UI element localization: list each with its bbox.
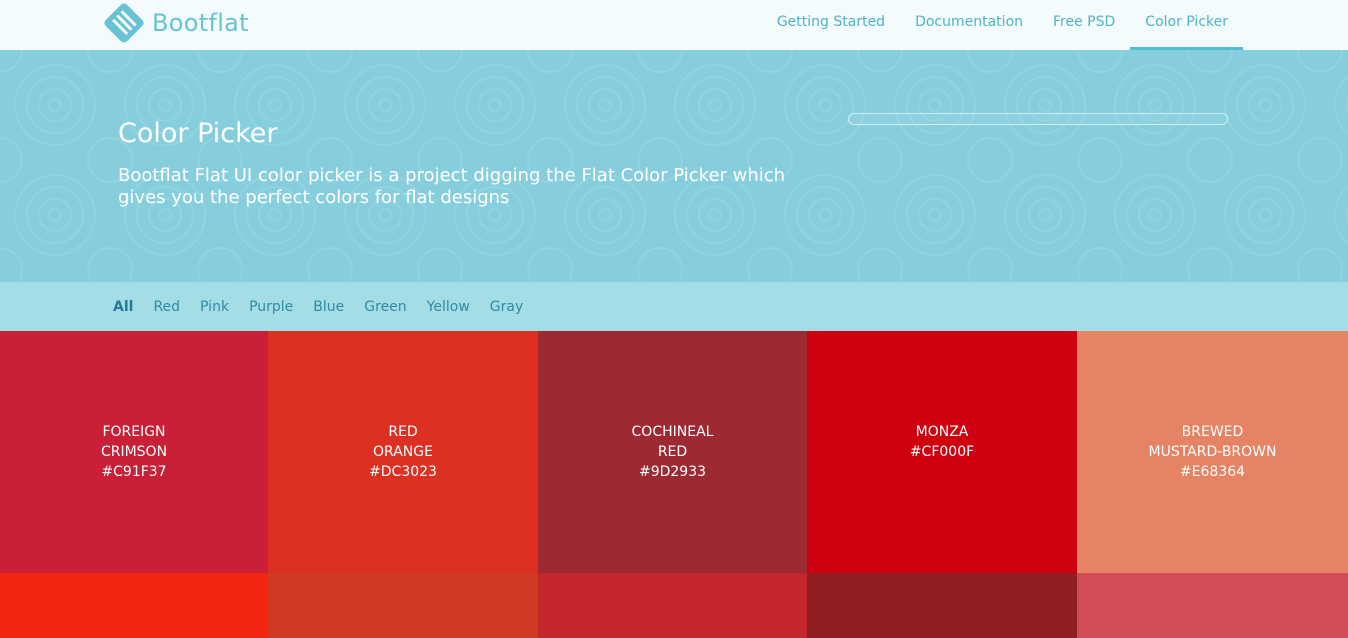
swatch-name: COCHINEAL	[631, 424, 714, 440]
nav-getting-started[interactable]: Getting Started	[762, 0, 900, 50]
swatch-hex: #9D2933	[638, 464, 707, 480]
brand-link[interactable]: Bootflat	[102, 2, 249, 44]
swatch-name: RED	[657, 444, 688, 460]
bootflat-logo-icon	[104, 3, 144, 43]
swatch-name: MUSTARD-BROWN	[1148, 444, 1277, 460]
brand-name: Bootflat	[152, 9, 249, 37]
filter-purple[interactable]: Purple	[249, 299, 293, 315]
swatch-name: ORANGE	[373, 444, 433, 460]
top-navbar: Bootflat Getting Started Documentation F…	[0, 0, 1348, 50]
filter-all[interactable]: All	[113, 299, 133, 315]
swatch-name: MONZA	[915, 424, 969, 440]
color-swatch[interactable]	[0, 573, 268, 638]
filter-gray[interactable]: Gray	[490, 299, 523, 315]
page-description: Bootflat Flat UI color picker is a proje…	[118, 165, 786, 208]
filter-green[interactable]: Green	[364, 299, 406, 315]
filter-red[interactable]: Red	[153, 299, 180, 315]
swatch-hex: #DC3023	[369, 464, 437, 480]
swatch-label: RED ORANGE #DC3023	[369, 422, 437, 482]
main-nav: Getting Started Documentation Free PSD C…	[762, 0, 1243, 50]
color-swatch-red-orange[interactable]: RED ORANGE #DC3023	[268, 331, 538, 573]
color-swatch-monza[interactable]: MONZA #CF000F	[807, 331, 1077, 573]
color-swatch-cochineal-red[interactable]: COCHINEAL RED #9D2933	[538, 331, 807, 573]
filter-pink[interactable]: Pink	[200, 299, 229, 315]
swatch-hex: #C91F37	[101, 464, 167, 480]
progress-bar	[848, 113, 1228, 125]
color-swatch-brewed-mustard-brown[interactable]: BREWED MUSTARD-BROWN #E68364	[1077, 331, 1348, 573]
color-swatch[interactable]	[538, 573, 807, 638]
nav-free-psd[interactable]: Free PSD	[1038, 0, 1130, 50]
color-filter-bar: All Red Pink Purple Blue Green Yellow Gr…	[0, 282, 1348, 331]
hero-banner: Color Picker Bootflat Flat UI color pick…	[0, 50, 1348, 282]
filter-yellow[interactable]: Yellow	[427, 299, 470, 315]
swatch-name: FOREIGN	[102, 424, 166, 440]
page-title: Color Picker	[118, 118, 278, 149]
color-swatch-foreign-crimson[interactable]: FOREIGN CRIMSON #C91F37	[0, 331, 268, 573]
color-swatch[interactable]	[1077, 573, 1348, 638]
swatch-label: FOREIGN CRIMSON #C91F37	[101, 422, 167, 482]
color-swatch[interactable]	[268, 573, 538, 638]
nav-documentation[interactable]: Documentation	[900, 0, 1038, 50]
nav-color-picker[interactable]: Color Picker	[1130, 0, 1243, 50]
swatch-label: BREWED MUSTARD-BROWN #E68364	[1149, 422, 1277, 482]
swatch-hex: #CF000F	[909, 444, 975, 460]
swatch-name: BREWED	[1181, 424, 1244, 440]
color-swatch[interactable]	[807, 573, 1077, 638]
swatch-label: MONZA #CF000F	[910, 422, 974, 462]
swatch-name: CRIMSON	[100, 444, 168, 460]
filter-blue[interactable]: Blue	[313, 299, 344, 315]
swatch-name: RED	[388, 424, 418, 440]
swatch-label: COCHINEAL RED #9D2933	[632, 422, 714, 482]
swatch-hex: #E68364	[1179, 464, 1246, 480]
